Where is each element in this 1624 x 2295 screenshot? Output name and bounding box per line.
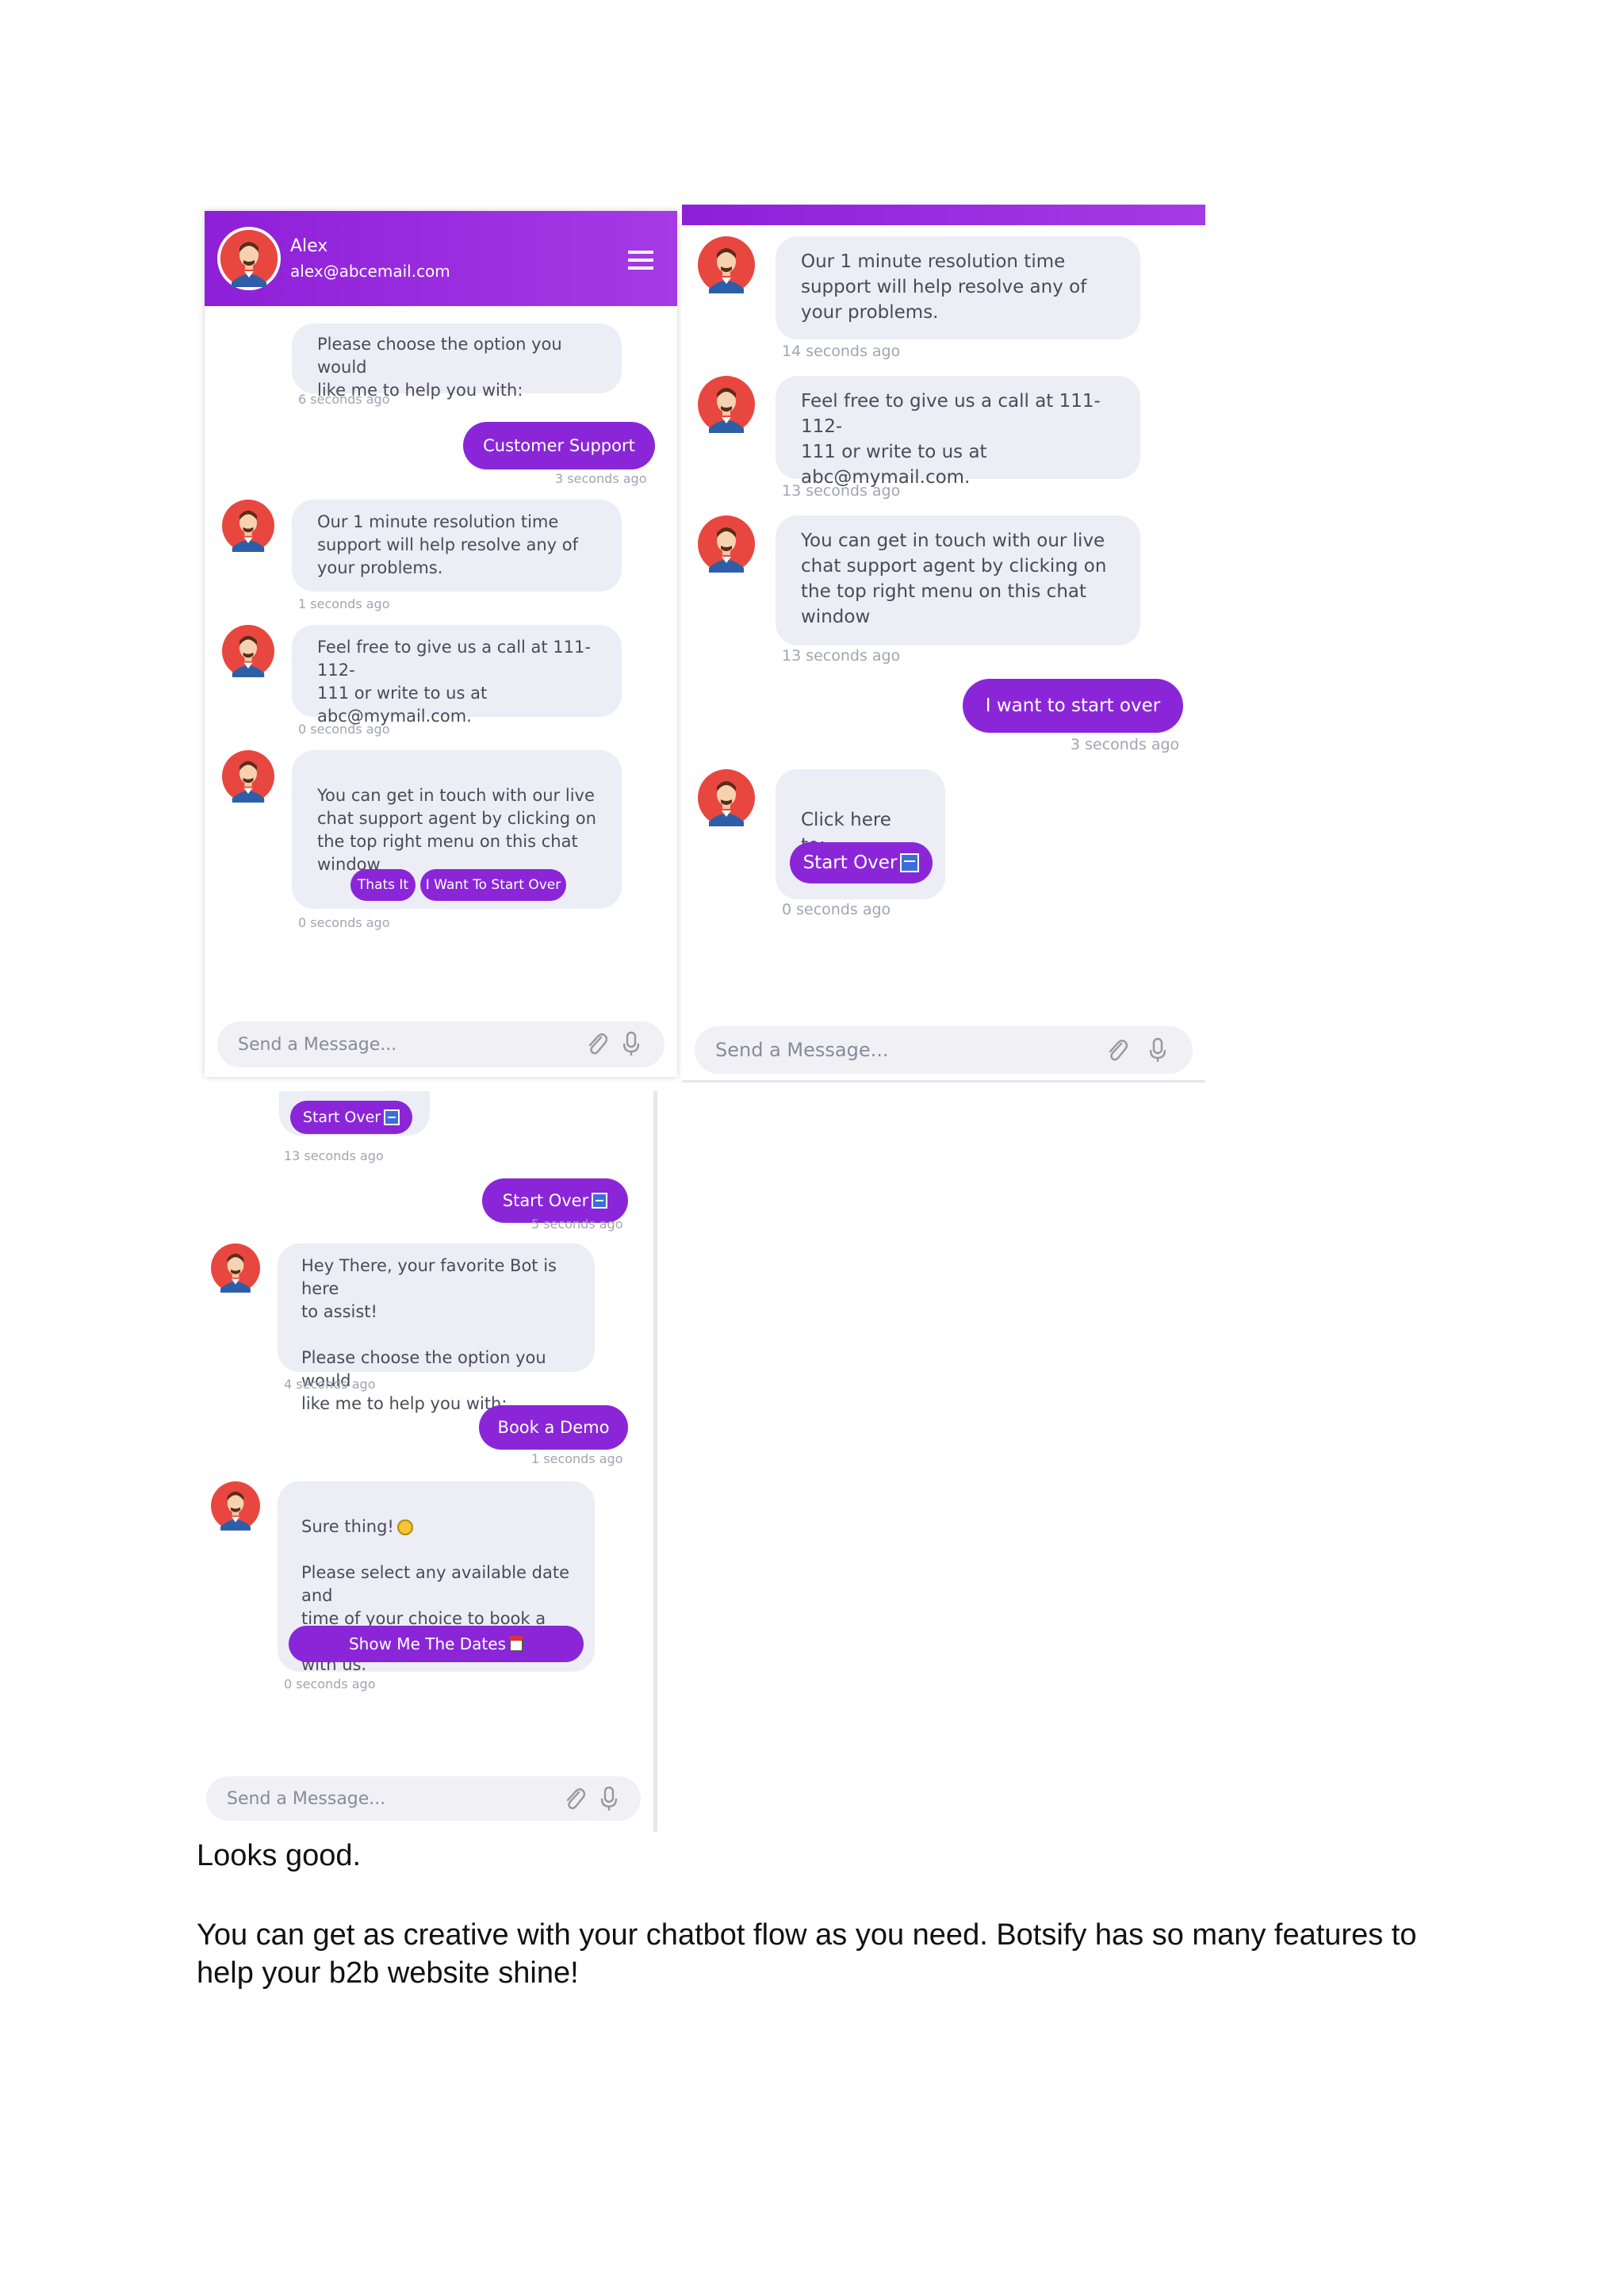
chat-window-2: Our 1 minute resolution time support wil… — [682, 205, 1205, 1082]
show-dates-button[interactable]: Show Me The Dates — [289, 1626, 584, 1662]
bot-message-text: You can get in touch with our live chat … — [317, 786, 596, 874]
header-email: alex@abcemail.com — [290, 262, 450, 281]
header-name: Alex — [290, 236, 328, 256]
message-input-bar — [217, 1021, 665, 1067]
message-input[interactable] — [236, 1021, 508, 1067]
avatar-icon — [698, 769, 755, 826]
avatar-icon — [222, 750, 274, 803]
timestamp: 0 seconds ago — [298, 722, 390, 737]
bot-message-text: Sure thing! — [301, 1517, 394, 1536]
chat-window-3: Start Over 13 seconds ago Start Over 5 s… — [197, 1091, 657, 1832]
timestamp: 5 seconds ago — [531, 1216, 623, 1232]
bot-message: Hey There, your favorite Bot is here to … — [278, 1243, 595, 1413]
back-icon — [384, 1109, 400, 1125]
bot-message: Our 1 minute resolution time support wil… — [292, 500, 622, 592]
thats-it-button[interactable]: Thats It — [350, 869, 416, 901]
timestamp: 13 seconds ago — [284, 1148, 384, 1163]
avatar-icon — [211, 1481, 260, 1531]
timestamp: 3 seconds ago — [555, 471, 647, 486]
user-message-text: Start Over — [502, 1191, 589, 1210]
user-message: I want to start over — [963, 679, 1183, 733]
looks-good-text: Looks good. — [197, 1839, 362, 1872]
menu-icon[interactable] — [628, 251, 653, 270]
avatar-icon — [222, 625, 274, 677]
timestamp: 1 seconds ago — [531, 1451, 623, 1466]
attachment-icon[interactable] — [563, 1786, 585, 1811]
message-input-bar — [206, 1776, 641, 1821]
timestamp: 13 seconds ago — [782, 647, 901, 665]
bot-message: Please choose the option you would like … — [292, 324, 622, 400]
timestamp: 4 seconds ago — [284, 1377, 376, 1392]
timestamp: 13 seconds ago — [782, 482, 901, 500]
bot-message: You can get in touch with our live chat … — [776, 515, 1140, 646]
microphone-icon[interactable] — [1147, 1037, 1169, 1063]
chat-window-1: Alex alex@abcemail.com Please choose the… — [205, 211, 677, 1077]
start-over-label: Start Over — [802, 852, 898, 873]
avatar-icon — [222, 500, 274, 552]
timestamp: 0 seconds ago — [298, 915, 390, 930]
show-dates-label: Show Me The Dates — [348, 1634, 507, 1653]
timestamp: 6 seconds ago — [298, 392, 390, 407]
timestamp: 3 seconds ago — [1071, 736, 1180, 753]
chat-header: Alex alex@abcemail.com — [205, 211, 677, 306]
start-over-button[interactable]: Start Over — [290, 1101, 412, 1134]
attachment-icon[interactable] — [1105, 1037, 1128, 1063]
avatar-icon — [698, 515, 755, 573]
microphone-icon[interactable] — [620, 1031, 642, 1056]
back-icon — [900, 853, 920, 872]
calendar-icon — [509, 1636, 524, 1652]
bot-message: Our 1 minute resolution time support wil… — [776, 236, 1140, 339]
microphone-icon[interactable] — [598, 1786, 620, 1811]
start-over-label: Start Over — [302, 1109, 381, 1126]
header-strip — [682, 205, 1205, 225]
bot-message: Feel free to give us a call at 111-112- … — [776, 376, 1140, 488]
message-input[interactable] — [225, 1776, 489, 1821]
bot-message-line: Sure thing! — [301, 1515, 569, 1538]
timestamp: 14 seconds ago — [782, 343, 901, 360]
user-message: Customer Support — [463, 422, 655, 469]
want-to-start-over-button[interactable]: I Want To Start Over — [420, 869, 566, 901]
smile-icon — [396, 1519, 413, 1535]
timestamp: 0 seconds ago — [782, 901, 891, 918]
timestamp: 0 seconds ago — [284, 1676, 376, 1692]
avatar-icon — [698, 236, 755, 293]
avatar-icon — [211, 1243, 260, 1293]
message-input[interactable] — [714, 1026, 1016, 1074]
back-icon — [592, 1193, 608, 1209]
timestamp: 1 seconds ago — [298, 596, 390, 611]
avatar-icon — [217, 227, 281, 290]
bot-message: Feel free to give us a call at 111-112- … — [292, 625, 622, 726]
message-input-bar — [695, 1026, 1193, 1074]
avatar-icon — [698, 376, 755, 433]
start-over-button[interactable]: Start Over — [790, 842, 933, 883]
user-message: Book a Demo — [479, 1405, 628, 1450]
body-paragraph: You can get as creative with your chatbo… — [197, 1918, 1417, 1990]
attachment-icon[interactable] — [585, 1031, 607, 1056]
